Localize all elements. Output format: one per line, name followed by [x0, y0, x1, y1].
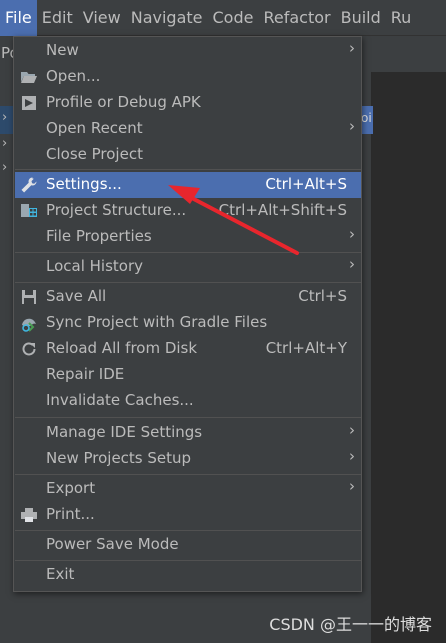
watermark: CSDN @王一一的博客: [269, 615, 432, 634]
annotation-arrow: [168, 185, 299, 255]
